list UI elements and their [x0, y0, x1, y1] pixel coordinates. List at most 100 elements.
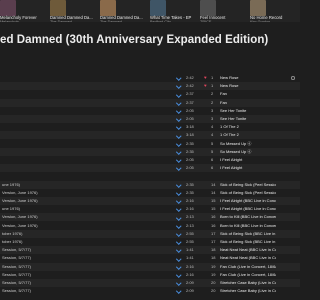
download-icon[interactable] [176, 107, 182, 115]
track-left-title: tober 1976) [2, 230, 23, 236]
track-row[interactable]: une 1976) 2:16 15 I Feel Alright (BBC Live … [0, 205, 300, 213]
album-card[interactable]: Damned Damned Da... The Damned [50, 0, 100, 22]
download-icon[interactable] [176, 99, 182, 107]
album-artwork[interactable] [0, 0, 16, 16]
track-name: Fan Club (Live in Concert, 18/6/77) [220, 263, 276, 269]
track-row[interactable]: 2:35 5 So Messed Up ⓔ [0, 140, 300, 148]
download-icon[interactable] [176, 181, 182, 189]
track-row[interactable]: 2:05 3 See Her Tonite [0, 115, 300, 123]
download-icon[interactable] [176, 131, 182, 139]
track-duration: 2:16 [186, 206, 194, 212]
track-row[interactable]: 2:42 ♥ 1 New Rose [0, 74, 300, 82]
track-duration: 2:09 [186, 280, 194, 285]
track-row[interactable]: une 1976) 2:35 14 Sick of Being Sick (Peel … [0, 180, 300, 189]
download-icon[interactable] [176, 82, 182, 90]
download-icon[interactable] [176, 140, 182, 148]
track-name: I Feel Alright (BBC Live in Concert,... [220, 198, 276, 203]
track-row[interactable]: Version, June 1976) 2:13 16 Born to Kill (B… [0, 222, 300, 230]
download-icon[interactable] [176, 189, 182, 197]
track-number: 18 [211, 255, 216, 261]
track-number: 14 [211, 181, 216, 187]
track-row[interactable]: Session, 5/7/77) 2:09 20 Stretcher Case Bab… [0, 279, 300, 287]
track-number: 3 [211, 107, 214, 113]
album-card[interactable]: No Home Record Kim Gordon [250, 0, 300, 22]
download-icon[interactable] [176, 213, 182, 221]
track-row[interactable]: 2:05 3 See Her Tonite [0, 107, 300, 115]
download-icon[interactable] [176, 230, 182, 238]
track-number: 17 [211, 230, 216, 236]
track-row[interactable]: 2:35 5 So Messed Up ⓔ [0, 147, 300, 156]
track-row[interactable]: Version, June 1976) 2:16 15 I Feel Alright … [0, 197, 300, 205]
download-icon[interactable] [176, 115, 182, 123]
download-icon[interactable] [176, 271, 182, 279]
album-artwork[interactable] [50, 0, 66, 16]
download-icon[interactable] [176, 238, 182, 246]
track-left-title: Session, 5/7/77) [2, 280, 31, 285]
track-duration: 2:13 [186, 222, 194, 228]
track-name: New Rose [220, 83, 239, 89]
track-duration: 2:42 [186, 75, 194, 80]
track-name: Fan Club (Live in Concert, 18/6/77) [220, 271, 276, 277]
track-duration: 2:16 [186, 263, 194, 269]
track-left-title: Version, June 1976) [2, 189, 38, 195]
track-row[interactable]: tober 1976) 2:55 17 Sick of Being Sick (BBC… [0, 238, 300, 246]
track-row[interactable]: Session, 5/7/77) 1:41 18 Neat Neat Neat (BB… [0, 246, 300, 255]
track-row[interactable]: 3:18 4 1 Of The 2 [0, 123, 300, 131]
track-name: Born to Kill (BBC Live in Concert... [220, 222, 276, 228]
album-card[interactable]: Melancholy Forever Melancholy [0, 0, 50, 22]
download-icon[interactable] [176, 123, 182, 131]
track-name: So Messed Up ⓔ [220, 148, 252, 154]
track-name: Sick of Being Sick (BBC Live in Conc... [220, 230, 276, 236]
track-row[interactable]: Version, June 1976) 2:35 14 Sick of Being S… [0, 189, 300, 197]
track-row[interactable]: 2:05 6 I Feel Alright [0, 164, 300, 173]
status-ring-icon[interactable] [290, 74, 296, 82]
track-name: Neat Neat Neat (BBC Live in Concert,... [220, 247, 276, 253]
track-number: 1 [211, 83, 214, 89]
album-artwork[interactable] [150, 0, 166, 16]
download-icon[interactable] [176, 156, 182, 164]
download-icon[interactable] [176, 205, 182, 213]
track-number: 15 [211, 206, 216, 212]
track-row[interactable]: Version, June 1976) 2:13 16 Born to Kill (B… [0, 213, 300, 222]
track-row[interactable]: 2:42 ♥ 1 New Rose [0, 82, 300, 91]
track-row[interactable]: Session, 5/7/77) 2:16 19 Fan Club (Live in … [0, 262, 300, 271]
download-icon[interactable] [176, 254, 182, 262]
track-duration: 3:18 [186, 124, 194, 130]
heart-icon: ♥ [204, 83, 207, 89]
download-icon[interactable] [176, 222, 182, 230]
track-left-title: Session, 5/7/77) [2, 288, 31, 294]
download-icon[interactable] [176, 164, 182, 172]
track-number: 4 [211, 124, 214, 130]
track-row[interactable] [0, 172, 300, 180]
track-row[interactable]: 2:37 2 Fan [0, 98, 300, 107]
track-row[interactable]: 2:05 6 I Feel Alright [0, 156, 300, 164]
track-number: 19 [211, 263, 216, 269]
track-duration: 2:16 [186, 198, 194, 203]
album-artwork[interactable] [250, 0, 266, 16]
track-row[interactable]: tober 1976) 2:55 17 Sick of Being Sick (BBC… [0, 229, 300, 238]
track-row[interactable]: 3:18 4 1 Of The 2 [0, 131, 300, 140]
album-card-artist: Kim Gordon [250, 19, 271, 23]
album-card-artist: The Damned [100, 19, 122, 23]
track-name: See Her Tonite [220, 116, 247, 121]
download-icon[interactable] [176, 279, 182, 287]
download-icon[interactable] [176, 148, 182, 156]
album-artwork[interactable] [100, 0, 116, 16]
download-icon[interactable] [176, 263, 182, 271]
album-artwork[interactable] [200, 0, 216, 16]
album-card-artist: TRICE [200, 19, 212, 23]
track-row[interactable]: 2:37 2 Fan [0, 90, 300, 98]
track-row[interactable]: Session, 5/7/77) 2:09 20 Stretcher Case Bab… [0, 287, 300, 295]
download-icon[interactable] [176, 197, 182, 205]
download-icon[interactable] [176, 287, 182, 295]
download-icon[interactable] [176, 90, 182, 98]
download-icon[interactable] [176, 74, 182, 82]
download-icon[interactable] [176, 246, 182, 254]
track-row[interactable]: Session, 5/7/77) 2:16 19 Fan Club (Live in … [0, 271, 300, 279]
track-name: So Messed Up ⓔ [220, 140, 252, 146]
album-card[interactable]: Feel Innocent TRICE [200, 0, 250, 22]
album-card[interactable]: Damned Damned Da... The Damned [100, 0, 150, 22]
track-row[interactable]: Session, 5/7/77) 1:41 18 Neat Neat Neat (BB… [0, 254, 300, 262]
album-card[interactable]: What Time Takes - EP Bedford City [150, 0, 200, 22]
track-number: 1 [211, 75, 214, 80]
